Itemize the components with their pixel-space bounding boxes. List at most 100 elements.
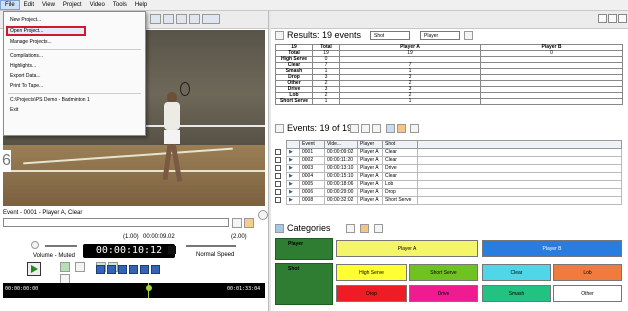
event-row[interactable]: ▶ 0004 00:00:15:10 Player A Clear xyxy=(286,172,622,181)
category-high-serve[interactable]: High Serve xyxy=(336,264,407,281)
playhead[interactable] xyxy=(146,285,152,291)
help-icon[interactable] xyxy=(618,14,627,23)
folder-icon[interactable] xyxy=(244,218,254,228)
play-button[interactable] xyxy=(27,262,41,276)
menu-project[interactable]: Project xyxy=(59,0,86,10)
event-cell-spacer xyxy=(417,164,622,173)
event-checkbox[interactable] xyxy=(275,189,281,195)
events-view-icon[interactable] xyxy=(386,124,395,133)
categories-edit-icon[interactable] xyxy=(346,224,355,233)
pause-icon[interactable] xyxy=(168,246,176,254)
event-cell-spacer xyxy=(417,188,622,197)
menu-item-new-project[interactable]: New Project... xyxy=(10,17,41,23)
category-smash[interactable]: Smash xyxy=(482,285,551,302)
category-drop[interactable]: Drop xyxy=(336,285,407,302)
toolbar-export-icon[interactable] xyxy=(189,14,200,24)
event-cell-video: 00:00:09:02 xyxy=(324,148,358,157)
event-checkbox[interactable] xyxy=(275,197,281,203)
event-cell-shot: Short Serve xyxy=(382,196,418,205)
menu-file[interactable]: File xyxy=(0,0,20,10)
prev-event-button[interactable] xyxy=(129,265,138,274)
menu-item-compilations[interactable]: Compilations... xyxy=(10,53,43,59)
event-cell-spacer xyxy=(417,180,622,189)
timeline-start: 00:00:00:00 xyxy=(5,286,39,292)
event-row[interactable]: ▶ 0003 00:00:13:10 Player A Drive xyxy=(286,164,622,173)
menu-item-exit[interactable]: Exit xyxy=(10,107,18,113)
next-event-button[interactable] xyxy=(140,265,149,274)
event-cell-shot: Clear xyxy=(382,148,418,157)
menu-item-open-project[interactable]: Open Project... xyxy=(10,28,43,34)
speed-slider[interactable] xyxy=(186,245,236,247)
event-checkbox[interactable] xyxy=(275,157,281,163)
open-video-icon[interactable] xyxy=(150,14,161,24)
category-lob[interactable]: Lob xyxy=(553,264,622,281)
toolbar-dropdown-icon[interactable] xyxy=(202,14,220,24)
mark-icon[interactable] xyxy=(75,262,85,272)
event-checkbox[interactable] xyxy=(275,181,281,187)
window-icon[interactable] xyxy=(608,14,617,23)
menu-help[interactable]: Help xyxy=(131,0,151,10)
event-cell-video: 00:00:18:06 xyxy=(324,180,358,189)
event-checkbox[interactable] xyxy=(275,165,281,171)
events-col-video[interactable]: Vide... xyxy=(324,140,358,149)
step-forward-button[interactable] xyxy=(118,265,127,274)
menu-item-print-to-tape[interactable]: Print To Tape... xyxy=(10,83,43,89)
results-filter-shot[interactable]: Shot xyxy=(370,31,410,40)
menu-video[interactable]: Video xyxy=(86,0,109,10)
menu-edit[interactable]: Edit xyxy=(20,0,38,10)
event-checkbox[interactable] xyxy=(275,149,281,155)
event-row[interactable]: ▶ 0002 00:00:11:20 Player A Clear xyxy=(286,156,622,165)
events-col-shot[interactable]: Shot xyxy=(382,140,418,149)
volume-slider[interactable] xyxy=(45,245,77,247)
category-short-serve[interactable]: Short Serve xyxy=(409,264,478,281)
category-other[interactable]: Other xyxy=(553,285,622,302)
category-player-a[interactable]: Player A xyxy=(336,240,478,257)
menu-item-export-data[interactable]: Export Data... xyxy=(10,73,41,79)
category-drive[interactable]: Drive xyxy=(409,285,478,302)
detach-video-icon[interactable] xyxy=(258,210,268,220)
camera-icon[interactable] xyxy=(232,218,242,228)
menu-item-manage-projects[interactable]: Manage Projects... xyxy=(10,39,52,45)
event-row[interactable]: ▶ 0006 00:00:29:00 Player A Drop xyxy=(286,188,622,197)
events-link-icon[interactable] xyxy=(410,124,419,133)
people-icon[interactable] xyxy=(350,124,359,133)
categories-settings-icon[interactable] xyxy=(374,224,383,233)
event-row[interactable]: ▶ 0008 00:00:32:02 Player A Short Serve xyxy=(286,196,622,205)
last-event-button[interactable] xyxy=(151,265,160,274)
speaker-icon[interactable] xyxy=(31,241,39,249)
menu-tools[interactable]: Tools xyxy=(109,0,131,10)
menu-view[interactable]: View xyxy=(38,0,59,10)
timeline[interactable]: 00:00:00:00 00:01:33:04 xyxy=(3,283,265,298)
event-note-field[interactable] xyxy=(3,218,229,227)
results-cell-label: Short Serve xyxy=(275,98,313,105)
events-clip-icon[interactable] xyxy=(397,124,406,133)
results-filter-player[interactable]: Player xyxy=(420,31,460,40)
add-event-icon[interactable] xyxy=(60,262,70,272)
layout-icon[interactable] xyxy=(598,14,607,23)
event-row[interactable]: ▶ 0001 00:00:09:02 Player A Clear xyxy=(286,148,622,157)
category-clear[interactable]: Clear xyxy=(482,264,551,281)
toolbar-chart-icon[interactable] xyxy=(176,14,187,24)
categories-icon xyxy=(275,224,284,233)
toolbar-grid-icon[interactable] xyxy=(163,14,174,24)
categories-window-icon[interactable] xyxy=(360,224,369,233)
events-col-player[interactable]: Player xyxy=(357,140,383,149)
results-row: Short Serve 1 1 xyxy=(275,98,624,105)
step-back-button[interactable] xyxy=(107,265,116,274)
event-cell-event: 0006 xyxy=(299,188,325,197)
event-cell-player: Player A xyxy=(357,156,383,165)
panel-splitter[interactable] xyxy=(268,11,271,311)
swap-icon[interactable] xyxy=(464,31,473,40)
stop-button[interactable] xyxy=(96,265,105,274)
category-player-b[interactable]: Player B xyxy=(482,240,622,257)
event-checkbox[interactable] xyxy=(275,173,281,179)
events-col-event[interactable]: Event xyxy=(299,140,325,149)
event-cell-player: Player A xyxy=(357,196,383,205)
menu-item-highlights[interactable]: Highlights... xyxy=(10,63,36,69)
menu-item-recent-project[interactable]: C:\Projects\PS Demo - Badminton 1 xyxy=(10,97,90,103)
event-row[interactable]: ▶ 0005 00:00:18:06 Player A Lob xyxy=(286,180,622,189)
events-filter-icon[interactable] xyxy=(361,124,370,133)
event-cell-shot: Lob xyxy=(382,180,418,189)
rate-right-label: (2.00) xyxy=(231,234,247,240)
events-edit-icon[interactable] xyxy=(372,124,381,133)
